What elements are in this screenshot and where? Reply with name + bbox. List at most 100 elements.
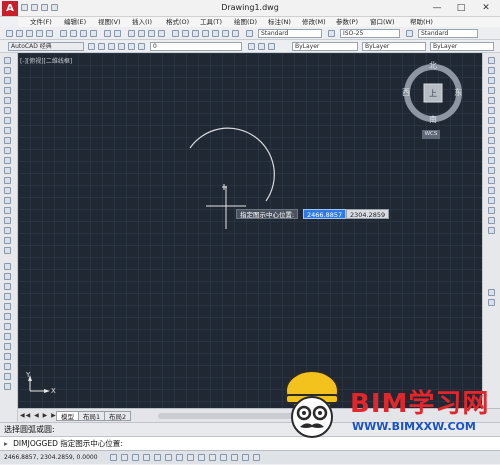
layer-previous-icon[interactable]	[258, 43, 265, 50]
object-snap-tracking-icon[interactable]	[187, 454, 194, 461]
dim-aligned-icon[interactable]	[4, 273, 11, 280]
fillet-icon[interactable]	[488, 207, 495, 214]
copy-icon[interactable]	[70, 30, 77, 37]
polygon-icon[interactable]	[4, 87, 11, 94]
ellipse-arc-icon[interactable]	[4, 157, 11, 164]
grid-display-icon[interactable]	[132, 454, 139, 461]
menu-modify[interactable]: 修改(M)	[302, 17, 326, 27]
dim-angular-icon[interactable]	[4, 333, 11, 340]
infer-constraints-icon[interactable]	[110, 454, 117, 461]
dim-ordinate-icon[interactable]	[4, 293, 11, 300]
workspace-settings-icon[interactable]	[88, 43, 95, 50]
blend-curves-icon[interactable]	[488, 217, 495, 224]
make-block-icon[interactable]	[4, 177, 11, 184]
circle-icon[interactable]	[4, 117, 11, 124]
close-button[interactable]: ✕	[475, 1, 497, 15]
quick-dim-icon[interactable]	[4, 343, 11, 350]
zoom-realtime-icon[interactable]	[138, 30, 145, 37]
coordinates-display[interactable]: 2466.8857, 2304.2859, 0.0000	[4, 454, 98, 461]
join-icon[interactable]	[488, 187, 495, 194]
properties-icon[interactable]	[172, 30, 179, 37]
dynamic-input-icon[interactable]	[209, 454, 216, 461]
viewcube-west[interactable]: 西	[402, 87, 410, 98]
dim-radius-icon[interactable]	[4, 303, 11, 310]
dynamic-ucs-icon[interactable]	[198, 454, 205, 461]
quickcalc-icon[interactable]	[222, 30, 229, 37]
tab-layout2[interactable]: 布局2	[104, 411, 132, 421]
zoom-previous-icon[interactable]	[158, 30, 165, 37]
transparency-icon[interactable]	[231, 454, 238, 461]
command-line[interactable]: ▸ DIMJOGGED 指定图示中心位置:	[0, 436, 500, 450]
quick-properties-icon[interactable]	[242, 454, 249, 461]
extend-icon[interactable]	[488, 157, 495, 164]
paste-icon[interactable]	[80, 30, 87, 37]
plot-icon[interactable]	[36, 30, 43, 37]
tolerance-icon[interactable]	[4, 373, 11, 380]
snap-mode-icon[interactable]	[121, 454, 128, 461]
wcs-menu-button[interactable]: WCS	[422, 130, 440, 139]
lineweight-toggle-icon[interactable]	[220, 454, 227, 461]
preview-icon[interactable]	[46, 30, 53, 37]
trim-icon[interactable]	[488, 147, 495, 154]
explode-icon[interactable]	[488, 227, 495, 234]
save-file-icon[interactable]	[26, 30, 33, 37]
construction-line-icon[interactable]	[4, 67, 11, 74]
polyline-icon[interactable]	[4, 77, 11, 84]
workspace-select[interactable]: AutoCAD 经典	[8, 42, 84, 51]
mtext-icon[interactable]	[4, 237, 11, 244]
break-at-point-icon[interactable]	[488, 167, 495, 174]
array-icon[interactable]	[488, 97, 495, 104]
drawing-canvas[interactable]: [-][俯视][二维线框] Y X 北 南 东 西 上 WCS 指定图示中心位置…	[18, 53, 482, 408]
menu-window[interactable]: 窗口(W)	[370, 17, 395, 27]
selection-cycling-icon[interactable]	[253, 454, 260, 461]
rectangle-icon[interactable]	[4, 97, 11, 104]
table-style-icon[interactable]	[406, 30, 413, 37]
sheet-set-icon[interactable]	[202, 30, 209, 37]
gradient-icon[interactable]	[4, 207, 11, 214]
dynamic-input-y[interactable]: 2304.2859	[346, 209, 390, 219]
tab-layout1[interactable]: 布局1	[78, 411, 106, 421]
design-center-icon[interactable]	[182, 30, 189, 37]
pan-icon[interactable]	[128, 30, 135, 37]
region-icon[interactable]	[4, 217, 11, 224]
command-input[interactable]: DIMJOGGED 指定图示中心位置:	[13, 439, 123, 448]
make-current-layer-icon[interactable]	[248, 43, 255, 50]
dim-arc-icon[interactable]	[4, 283, 11, 290]
menu-edit[interactable]: 编辑(E)	[64, 17, 86, 27]
chamfer-icon[interactable]	[488, 197, 495, 204]
qnew-icon[interactable]	[6, 30, 13, 37]
open-file-icon[interactable]	[16, 30, 23, 37]
tool-palettes-icon[interactable]	[192, 30, 199, 37]
dim-style-icon[interactable]	[328, 30, 335, 37]
zoom-window-icon[interactable]	[148, 30, 155, 37]
color-select[interactable]: ByLayer	[292, 42, 358, 51]
menu-file[interactable]: 文件(F)	[30, 17, 52, 27]
dim-linear-icon[interactable]	[4, 263, 11, 270]
point-icon[interactable]	[4, 187, 11, 194]
redo-icon[interactable]	[114, 30, 121, 37]
layer-select[interactable]: 0	[150, 42, 242, 51]
text-style-select[interactable]: Standard	[258, 29, 322, 38]
3d-object-snap-icon[interactable]	[176, 454, 183, 461]
linetype-select[interactable]: ByLayer	[362, 42, 426, 51]
cut-icon[interactable]	[60, 30, 67, 37]
menu-help[interactable]: 帮助(H)	[410, 17, 433, 27]
menu-parametric[interactable]: 参数(P)	[336, 17, 358, 27]
revcloud-icon[interactable]	[4, 127, 11, 134]
line-icon[interactable]	[4, 57, 11, 64]
match-properties-icon[interactable]	[90, 30, 97, 37]
dim-jogged-icon[interactable]	[4, 313, 11, 320]
insert-block-icon[interactable]	[4, 167, 11, 174]
dim-continue-icon[interactable]	[4, 363, 11, 370]
menu-insert[interactable]: 插入(I)	[132, 17, 152, 27]
ortho-mode-icon[interactable]	[143, 454, 150, 461]
ellipse-icon[interactable]	[4, 147, 11, 154]
break-icon[interactable]	[488, 177, 495, 184]
viewcube-top-face[interactable]: 上	[429, 88, 437, 99]
table-icon[interactable]	[4, 227, 11, 234]
spline-icon[interactable]	[4, 137, 11, 144]
menu-draw[interactable]: 绘图(D)	[234, 17, 257, 27]
maximize-button[interactable]: □	[450, 1, 472, 15]
tab-model[interactable]: 模型	[56, 411, 79, 421]
center-mark-icon[interactable]	[4, 383, 11, 390]
